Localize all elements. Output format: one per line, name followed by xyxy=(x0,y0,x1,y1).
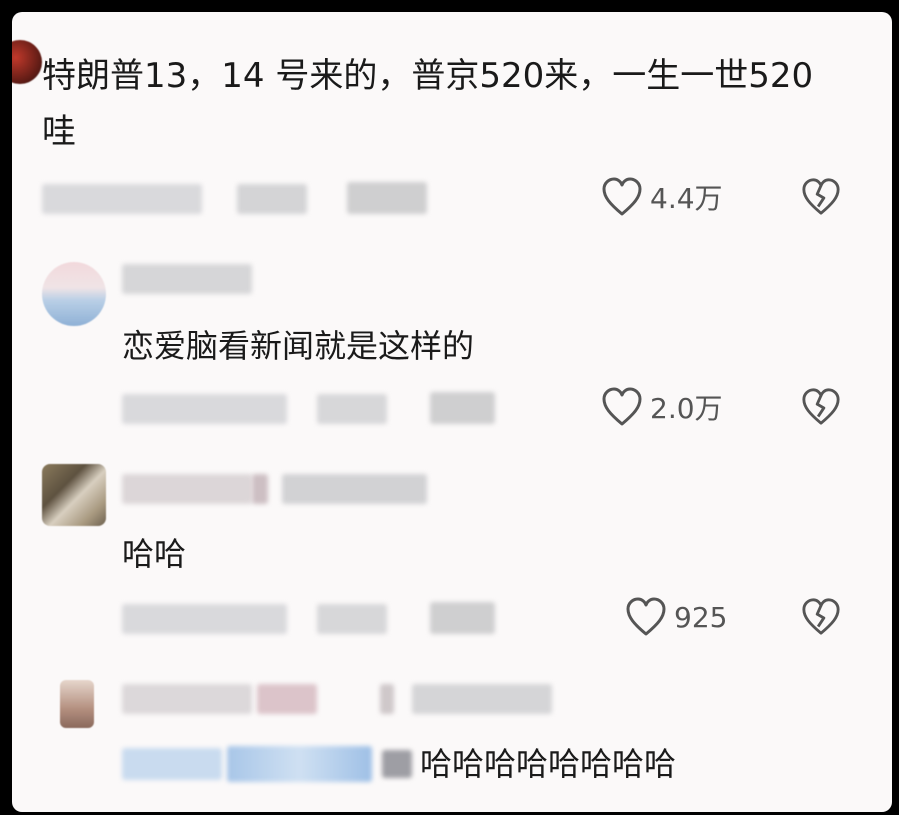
like-button[interactable]: 2.0万 xyxy=(600,386,723,428)
broken-heart-icon[interactable] xyxy=(800,177,842,221)
avatar[interactable] xyxy=(12,40,42,84)
username[interactable] xyxy=(122,264,252,294)
avatar[interactable] xyxy=(42,464,106,526)
like-button[interactable]: 4.4万 xyxy=(600,176,723,218)
like-count: 4.4万 xyxy=(650,182,723,215)
avatar[interactable] xyxy=(42,262,106,326)
like-count: 925 xyxy=(674,600,728,634)
heart-outline-icon xyxy=(624,596,668,638)
like-count: 2.0万 xyxy=(650,392,723,425)
comment-text: 恋爱脑看新闻就是这样的 xyxy=(122,327,475,365)
comment-text: 哈哈哈哈哈哈哈哈 xyxy=(420,745,677,783)
screenshot-frame: 特朗普13，14 号来的，普京520来，一生一世520哇 4.4万 恋爱脑看新闻… xyxy=(0,0,899,815)
like-button[interactable]: 925 xyxy=(624,596,727,638)
heart-outline-icon xyxy=(600,386,644,428)
broken-heart-icon[interactable] xyxy=(800,387,842,431)
heart-outline-icon xyxy=(600,176,644,218)
comment-list[interactable]: 特朗普13，14 号来的，普京520来，一生一世520哇 4.4万 恋爱脑看新闻… xyxy=(12,12,892,812)
comment-text: 特朗普13，14 号来的，普京520来，一生一世520哇 xyxy=(42,56,814,152)
avatar[interactable] xyxy=(60,680,94,728)
comment-text: 哈哈 xyxy=(122,535,187,573)
broken-heart-icon[interactable] xyxy=(800,597,842,641)
